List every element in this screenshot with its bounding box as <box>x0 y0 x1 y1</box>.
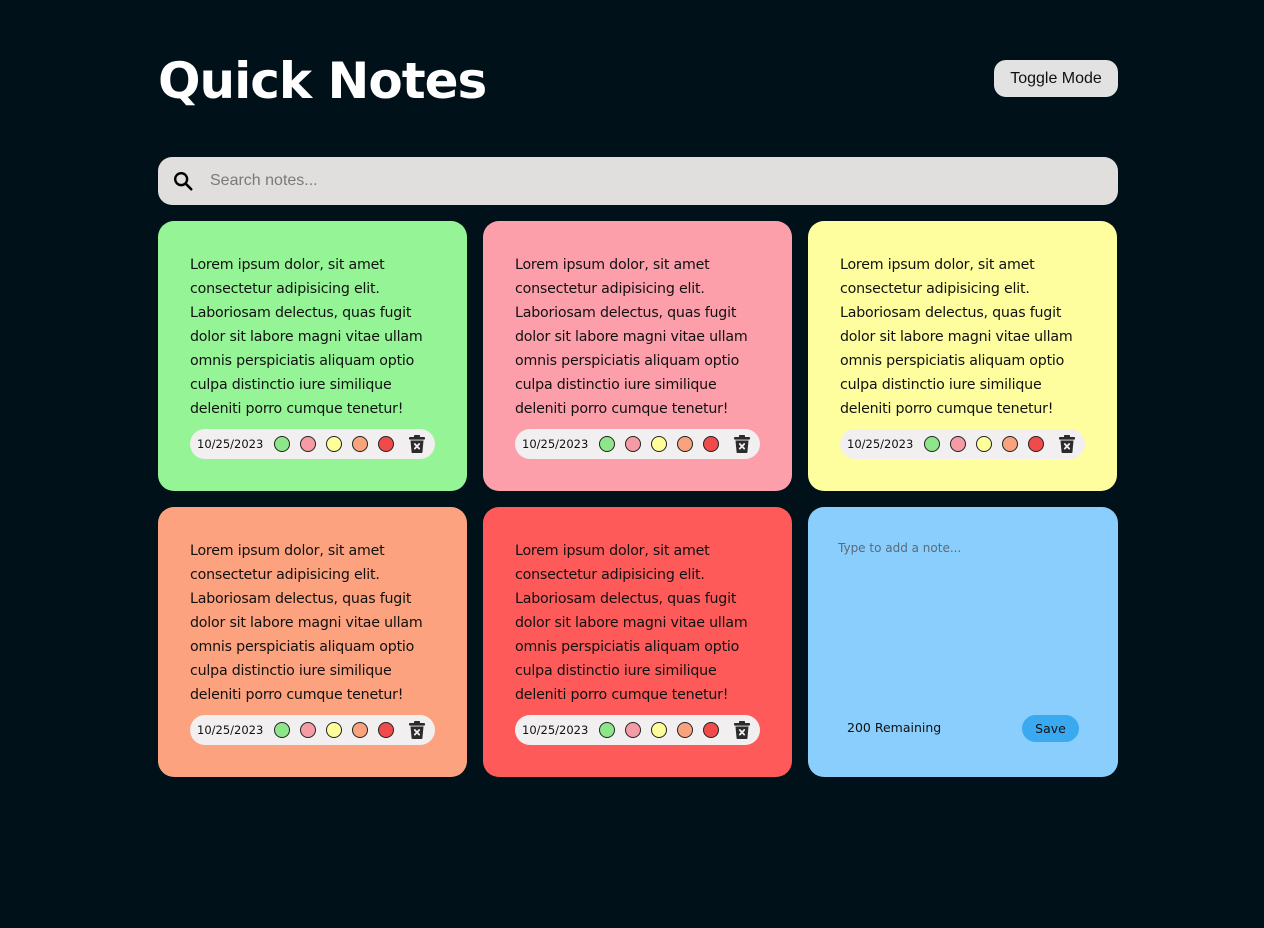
color-swatch[interactable] <box>703 722 719 738</box>
color-swatch[interactable] <box>1028 436 1044 452</box>
note-date: 10/25/2023 <box>847 437 914 451</box>
note-date: 10/25/2023 <box>522 723 589 737</box>
trash-icon[interactable] <box>407 434 427 454</box>
page-title: Quick Notes <box>158 52 487 110</box>
toggle-mode-button[interactable]: Toggle Mode <box>994 60 1118 97</box>
remaining-count: 200 Remaining <box>847 720 942 735</box>
note-card: Lorem ipsum dolor, sit amet consectetur … <box>158 507 467 777</box>
color-swatch[interactable] <box>326 722 342 738</box>
color-swatch[interactable] <box>924 436 940 452</box>
color-swatch[interactable] <box>274 436 290 452</box>
trash-icon[interactable] <box>732 720 752 740</box>
color-swatch[interactable] <box>1002 436 1018 452</box>
add-note-card: 200 Remaining Save <box>808 507 1118 777</box>
color-swatch[interactable] <box>599 436 615 452</box>
search-bar <box>158 157 1118 205</box>
color-swatch[interactable] <box>300 436 316 452</box>
note-footer: 10/25/2023 <box>190 429 435 459</box>
note-card: Lorem ipsum dolor, sit amet consectetur … <box>808 221 1117 491</box>
note-text: Lorem ipsum dolor, sit amet consectetur … <box>515 543 748 703</box>
color-swatch[interactable] <box>651 436 667 452</box>
color-swatch[interactable] <box>300 722 316 738</box>
header: Quick Notes Toggle Mode <box>158 48 1118 118</box>
note-date: 10/25/2023 <box>522 437 589 451</box>
note-footer: 10/25/2023 <box>840 429 1085 459</box>
note-footer: 10/25/2023 <box>515 715 760 745</box>
note-text: Lorem ipsum dolor, sit amet consectetur … <box>515 257 748 417</box>
color-swatch[interactable] <box>625 436 641 452</box>
note-footer: 10/25/2023 <box>190 715 435 745</box>
color-swatch[interactable] <box>378 722 394 738</box>
new-note-input[interactable] <box>838 541 1088 691</box>
trash-icon[interactable] <box>407 720 427 740</box>
trash-icon[interactable] <box>732 434 752 454</box>
note-card: Lorem ipsum dolor, sit amet consectetur … <box>483 507 792 777</box>
note-date: 10/25/2023 <box>197 437 264 451</box>
note-text: Lorem ipsum dolor, sit amet consectetur … <box>190 257 423 417</box>
note-card: Lorem ipsum dolor, sit amet consectetur … <box>483 221 792 491</box>
color-swatch[interactable] <box>352 722 368 738</box>
note-text: Lorem ipsum dolor, sit amet consectetur … <box>840 257 1073 417</box>
color-swatch[interactable] <box>677 722 693 738</box>
search-icon <box>174 172 193 191</box>
save-button[interactable]: Save <box>1022 715 1079 742</box>
note-footer: 10/25/2023 <box>515 429 760 459</box>
search-input[interactable] <box>210 157 1090 205</box>
note-text: Lorem ipsum dolor, sit amet consectetur … <box>190 543 423 703</box>
color-swatch[interactable] <box>976 436 992 452</box>
color-swatch[interactable] <box>378 436 394 452</box>
color-swatch[interactable] <box>651 722 667 738</box>
color-swatch[interactable] <box>625 722 641 738</box>
color-swatch[interactable] <box>274 722 290 738</box>
color-swatch[interactable] <box>677 436 693 452</box>
note-date: 10/25/2023 <box>197 723 264 737</box>
color-swatch[interactable] <box>326 436 342 452</box>
color-swatch[interactable] <box>703 436 719 452</box>
trash-icon[interactable] <box>1057 434 1077 454</box>
note-card: Lorem ipsum dolor, sit amet consectetur … <box>158 221 467 491</box>
color-swatch[interactable] <box>950 436 966 452</box>
color-swatch[interactable] <box>599 722 615 738</box>
color-swatch[interactable] <box>352 436 368 452</box>
